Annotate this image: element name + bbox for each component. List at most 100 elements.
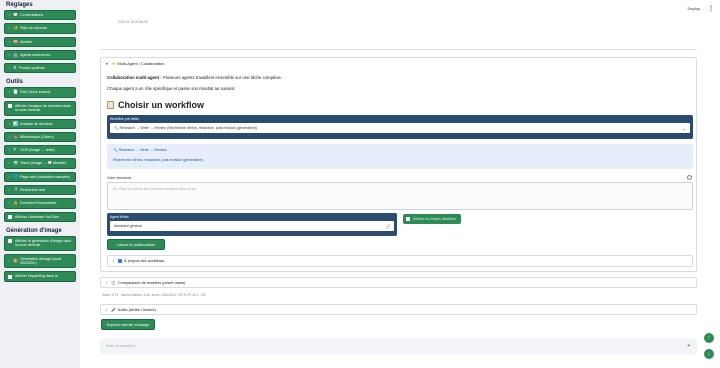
chevron-right-icon: › xyxy=(9,161,11,166)
sidebar-item-ocr[interactable]: › 🔍 OCR (image → texte) xyxy=(4,145,76,156)
speech-bubble-icon: 💬 xyxy=(13,12,19,17)
chevron-right-icon: › xyxy=(9,174,11,179)
compare-models-expander[interactable]: › ⚖️ Comparaison de modèles (power users… xyxy=(100,277,697,288)
collab-expander-header[interactable]: ▾ ★ Multi-Agent / Collaboration xyxy=(101,58,696,69)
sparkle-icon: ✨ xyxy=(13,25,19,31)
chevron-down-icon: ⌄ xyxy=(682,125,686,131)
info-block-icon xyxy=(118,259,123,263)
book-icon: 📚 xyxy=(13,133,19,139)
checkbox-inpainting[interactable]: Afficher l'inpainting dans la xyxy=(4,271,76,282)
workflow-info-title: 🔍 Research → Write → Review xyxy=(113,148,167,152)
sidebar-item-personal-data[interactable]: › 🔒 Données Personnelles xyxy=(4,198,76,209)
eye-icon: 👁 xyxy=(13,160,19,166)
sidebar-item-image-gen[interactable]: › 🎨 Génération d'image (local SD/SDXL) xyxy=(4,253,76,269)
agent-select-group: Agent Writer Assistant général 📝 xyxy=(107,213,397,236)
chevron-right-icon: › xyxy=(9,259,11,264)
sidebar-item-webpage[interactable]: › 🌐 Page web (validation manuelle) xyxy=(4,171,76,183)
checkbox-image-gen-center[interactable]: Afficher la génération d'image dans la z… xyxy=(4,236,76,251)
collab-intro: Collaboration multi-agent : Plusieurs ag… xyxy=(107,75,283,80)
request-textarea[interactable]: Ex: Écris un article sur l'écriture incl… xyxy=(107,182,693,210)
launch-collab-button[interactable]: Lancer la collaboration xyxy=(107,239,165,250)
collab-expander: ▾ ★ Multi-Agent / Collaboration Collabor… xyxy=(100,57,697,272)
chevron-right-icon: › xyxy=(9,66,11,71)
checkbox-box[interactable] xyxy=(406,217,410,221)
sidebar-item-system-prompt[interactable]: › ⚙ Prompt système xyxy=(4,63,76,74)
about-workflows-expander[interactable]: › À propos des workflows xyxy=(107,255,693,267)
search-icon: 🔎 xyxy=(13,187,19,193)
checkbox-data-analysis-center[interactable]: Afficher l'analyse de données dans la zo… xyxy=(4,100,76,116)
chevron-right-icon: › xyxy=(113,259,115,263)
star-icon: ★ xyxy=(111,61,116,66)
collab-intro-line2: Chaque agent a un rôle spécifique et pas… xyxy=(107,86,236,91)
message-timestamp: 2025-01-18 23:48:06 xyxy=(118,20,148,24)
chevron-right-icon: › xyxy=(9,201,11,206)
chevron-right-icon: › xyxy=(106,307,108,312)
section-title-image-gen: Génération d'image xyxy=(6,228,62,235)
sidebar-item-model[interactable]: › 🧠 Modèle xyxy=(4,36,76,47)
gear-icon: ⚙ xyxy=(13,65,17,71)
workflow-info-box: 🔍 Research → Write → Review Recherche d'… xyxy=(107,144,693,169)
section-title-tools: Outils xyxy=(6,79,24,86)
chevron-right-icon: › xyxy=(9,188,11,193)
sidebar-item-style[interactable]: › ✨ Style de réponse xyxy=(4,23,76,34)
chart-icon: 📊 xyxy=(13,120,19,126)
sidebar-item-data-analysis[interactable]: › 📊 Analyse de données xyxy=(4,118,76,129)
chevron-right-icon: › xyxy=(9,52,11,57)
chevron-right-icon: › xyxy=(106,280,108,285)
chevron-right-icon: › xyxy=(9,39,11,44)
checkbox-box[interactable] xyxy=(8,104,12,109)
scale-icon: ⚖️ xyxy=(111,281,116,285)
globe-icon: 🌐 xyxy=(13,173,19,179)
pencil-icon: 📝 xyxy=(385,223,390,229)
section-title-settings: Réglages xyxy=(6,2,33,8)
sidebar-item-websearch[interactable]: › 🔎 Recherche web xyxy=(4,185,76,196)
microphone-icon: 🎤 xyxy=(111,308,116,312)
sidebar: Réglages › 💬 Conversations › ✨ Style de répo… xyxy=(0,0,80,368)
checkbox-box[interactable] xyxy=(8,214,12,219)
scan-icon: 🔍 xyxy=(13,147,19,153)
deploy-button[interactable]: Deploy xyxy=(688,6,700,11)
chevron-right-icon: › xyxy=(9,148,11,153)
agent-select-label: Agent Writer xyxy=(110,215,129,219)
sidebar-item-agents[interactable]: › 🤖 Agents autonomes xyxy=(4,49,76,61)
help-icon[interactable]: ? xyxy=(687,175,692,180)
stats-line: Stats • 5.7k · tokens utilisés • 5 sn, e… xyxy=(102,293,207,297)
checkbox-youtube-assistant[interactable]: Afficher l'Assistant YouTube xyxy=(4,211,76,223)
workflow-info-desc: Recherche d'infos, rédaction, puis révis… xyxy=(113,158,203,162)
brain-icon: 🧠 xyxy=(13,38,19,44)
send-icon[interactable]: ➤ xyxy=(687,343,691,349)
chevron-right-icon: › xyxy=(9,90,11,95)
kebab-menu-icon[interactable]: ⋮ xyxy=(708,5,714,12)
workflow-title: Choisir un workflow xyxy=(107,100,204,110)
export-last-exchange-button[interactable]: Exporter dernier échange xyxy=(101,319,155,330)
arrow-up-icon: ↑ xyxy=(707,335,711,341)
chevron-right-icon: › xyxy=(9,121,11,126)
palette-icon: 🎨 xyxy=(13,258,19,264)
audio-expander[interactable]: › 🎤 Audio (dictée / lecture) xyxy=(100,304,697,315)
document-icon: 📄 xyxy=(13,89,19,95)
sidebar-item-conversations[interactable]: › 💬 Conversations xyxy=(4,10,76,21)
sidebar-item-vision[interactable]: › 👁 Vision (image → 💬 Modèle) xyxy=(4,158,76,169)
divider xyxy=(100,49,697,50)
chevron-right-icon: › xyxy=(9,134,11,139)
detailed-steps-toggle[interactable]: Afficher les étapes détaillées xyxy=(403,214,461,224)
workflow-select-label: Workflow pré-défini xyxy=(110,117,139,121)
chevron-down-icon: ▾ xyxy=(106,61,108,66)
checkbox-box[interactable] xyxy=(8,239,12,244)
sidebar-item-rag[interactable]: › 📄 RAG (docs locaux) xyxy=(4,87,76,98)
workflow-select[interactable]: 🔍 Research → Write → Review (Recherche d… xyxy=(110,123,690,133)
scroll-up-button[interactable]: ↑ xyxy=(704,333,714,343)
chat-input-placeholder: Pose ta question ! xyxy=(106,344,137,348)
arrow-down-icon: ↓ xyxy=(707,351,711,357)
chat-input[interactable]: Pose ta question ! ➤ xyxy=(100,338,697,354)
scroll-down-button[interactable]: ↓ xyxy=(704,349,714,359)
clipboard-icon xyxy=(107,101,114,109)
request-label: Votre demande xyxy=(107,176,132,180)
lock-icon: 🔒 xyxy=(13,200,19,206)
workflow-select-group: Workflow pré-défini 🔍 Research → Write →… xyxy=(107,115,693,139)
chevron-right-icon: › xyxy=(9,13,11,17)
header-actions: Deploy ⋮ xyxy=(688,5,714,12)
agent-select[interactable]: Assistant général 📝 xyxy=(110,221,394,231)
sidebar-item-zotero[interactable]: › 📚 Bibliothèque (Zotero) xyxy=(4,131,76,143)
checkbox-box[interactable] xyxy=(8,274,12,279)
